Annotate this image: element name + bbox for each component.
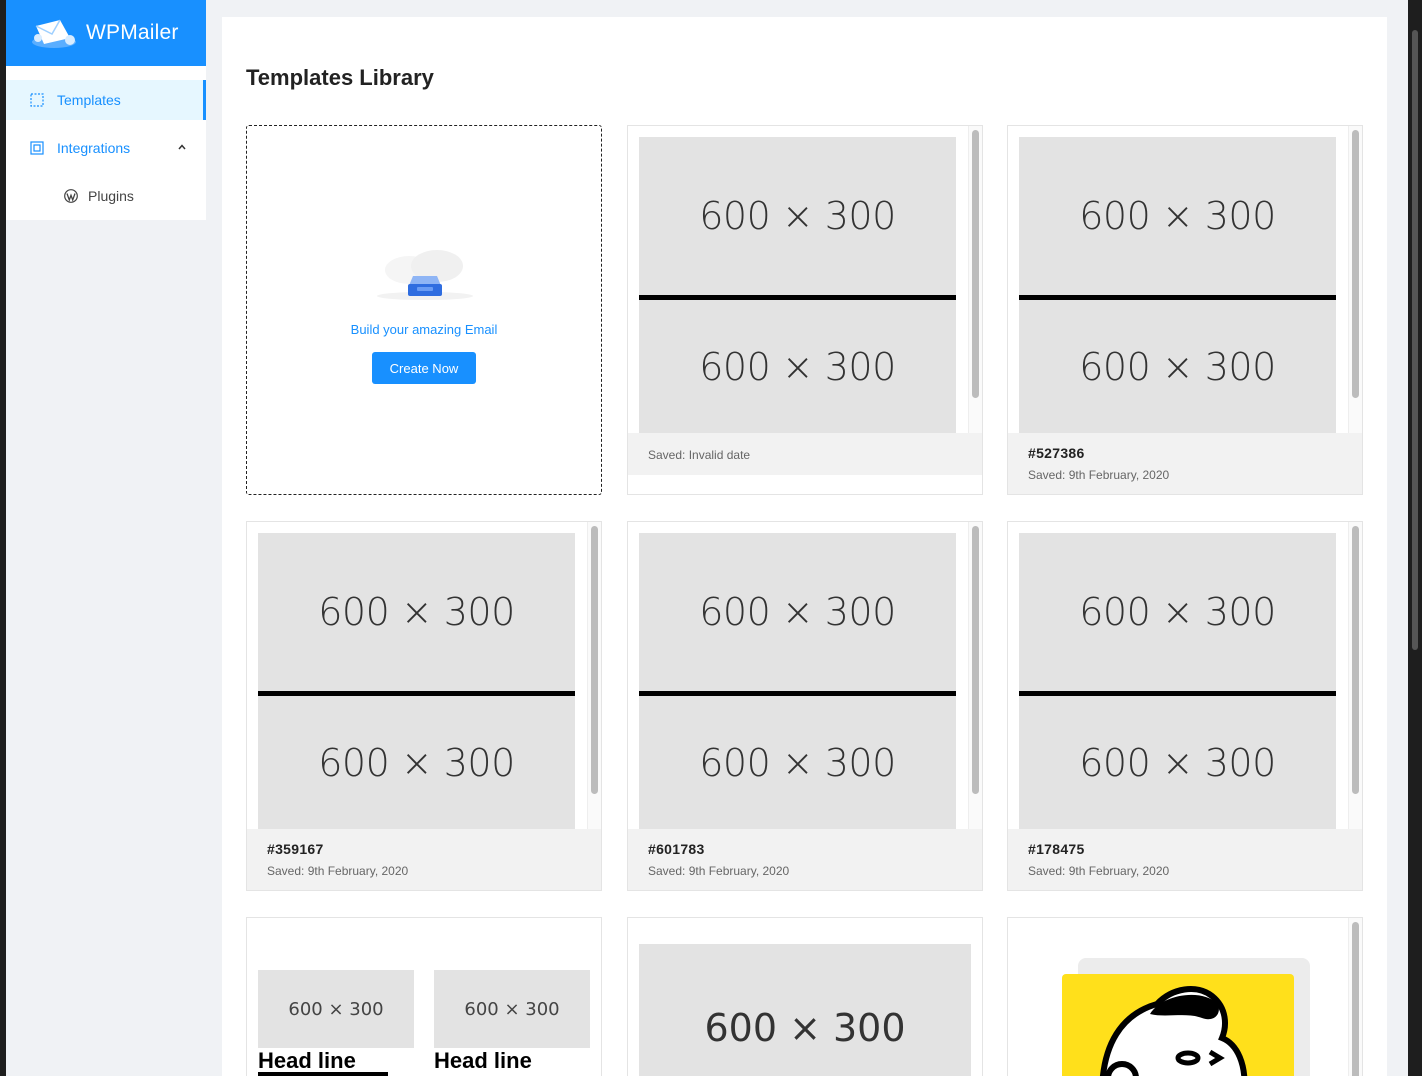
create-template-card[interactable]: Build your amazing Email Create Now (246, 125, 602, 495)
image-placeholder: 600 × 300 (639, 944, 971, 1076)
sidebar-item-label: Plugins (88, 188, 134, 204)
mailchimp-freddie-icon (1100, 986, 1248, 1076)
saved-date: Saved: 9th February, 2020 (1028, 864, 1170, 878)
empty-mailbox-illustration-icon (377, 250, 473, 300)
image-placeholder: 600 × 300 (1019, 137, 1336, 295)
preview-scrollbar[interactable] (1348, 126, 1362, 433)
template-card[interactable]: 600 × 300 600 × 300 Saved: Invalid date (627, 125, 983, 495)
brand-header[interactable]: WPMailer (6, 0, 206, 66)
template-card[interactable]: 600 × 300 600 × 300 #601783 Saved: 9th F… (627, 521, 983, 891)
app-window: WPMailer Templates Integrations Plugins … (6, 0, 1408, 1076)
scrollbar-thumb[interactable] (972, 526, 979, 794)
scrollbar-thumb[interactable] (1352, 922, 1359, 1076)
template-icon (30, 93, 44, 107)
sidebar: WPMailer Templates Integrations Plugins (6, 0, 206, 1076)
image-placeholder: 600 × 300 (639, 696, 956, 829)
card-footer: #527386 Saved: 9th February, 2020 (1008, 433, 1362, 494)
template-preview: 600 × 300 600 × 300 (639, 137, 956, 433)
sidebar-item-label: Templates (57, 92, 121, 108)
template-id: #527386 (1028, 445, 1085, 461)
template-card[interactable]: 600 × 300 600 × 300 #178475 Saved: 9th F… (1007, 521, 1363, 891)
template-card[interactable]: 600 × 300 600 × 300 #527386 Saved: 9th F… (1007, 125, 1363, 495)
mailchimp-logo (1062, 974, 1294, 1076)
scrollbar-thumb[interactable] (972, 130, 979, 398)
chevron-up-icon[interactable] (178, 143, 186, 151)
template-preview: 600 × 300 600 × 300 (258, 533, 575, 829)
preview-scrollbar[interactable] (968, 522, 982, 829)
template-preview: 600 × 300 600 × 300 (1019, 533, 1336, 829)
image-placeholder: 600 × 300 (258, 970, 414, 1048)
template-preview: 600 × 300 600 × 300 (1019, 137, 1336, 433)
image-placeholder: 600 × 300 (1019, 300, 1336, 433)
image-placeholder: 600 × 300 (258, 696, 575, 829)
template-card[interactable]: 600 × 300 600 × 300 #359167 Saved: 9th F… (246, 521, 602, 891)
image-placeholder: 600 × 300 (434, 970, 590, 1048)
card-footer: #601783 Saved: 9th February, 2020 (628, 829, 982, 890)
template-card[interactable]: 600 × 300 (627, 917, 983, 1076)
template-id: #601783 (648, 841, 705, 857)
preview-scrollbar[interactable] (1348, 522, 1362, 829)
template-card[interactable]: 600 × 300 600 × 300 Head line Head line (246, 917, 602, 1076)
scrollbar-thumb[interactable] (1352, 130, 1359, 398)
sidebar-item-plugins[interactable]: Plugins (6, 176, 206, 216)
create-prompt-text: Build your amazing Email (350, 322, 498, 337)
saved-date: Saved: Invalid date (648, 448, 751, 462)
image-placeholder: 600 × 300 (639, 137, 956, 295)
create-now-button[interactable]: Create Now (372, 352, 476, 384)
headline-text: Head line (434, 1048, 532, 1073)
image-placeholder: 600 × 300 (1019, 696, 1336, 829)
scrollbar-thumb[interactable] (1352, 526, 1359, 794)
window-scrollbar-thumb[interactable] (1412, 30, 1418, 650)
template-preview: 600 × 300 600 × 300 (639, 533, 956, 829)
sidebar-item-label: Integrations (57, 140, 131, 156)
wordpress-icon (64, 189, 78, 203)
preview-scrollbar[interactable] (1348, 918, 1362, 1076)
integrations-icon (30, 141, 44, 155)
image-placeholder: 600 × 300 (258, 533, 575, 691)
saved-date: Saved: 9th February, 2020 (648, 864, 790, 878)
page-title: Templates Library (246, 65, 434, 90)
template-card[interactable] (1007, 917, 1363, 1076)
saved-date: Saved: 9th February, 2020 (267, 864, 409, 878)
image-placeholder: 600 × 300 (639, 300, 956, 433)
saved-date: Saved: 9th February, 2020 (1028, 468, 1170, 482)
mail-logo-icon (32, 19, 76, 48)
card-footer: #359167 Saved: 9th February, 2020 (247, 829, 601, 890)
main-content: Templates Library Build your amazing Ema… (222, 17, 1387, 1076)
preview-scrollbar[interactable] (968, 126, 982, 433)
card-footer: #178475 Saved: 9th February, 2020 (1008, 829, 1362, 890)
scrollbar-thumb[interactable] (591, 526, 598, 794)
image-placeholder: 600 × 300 (639, 533, 956, 691)
image-placeholder: 600 × 300 (1019, 533, 1336, 691)
sidebar-item-integrations[interactable]: Integrations (6, 128, 206, 168)
brand-name: WPMailer (86, 21, 179, 44)
window-scrollbar[interactable] (1408, 0, 1422, 1076)
card-footer: Saved: Invalid date (628, 433, 982, 475)
sidebar-item-templates[interactable]: Templates (6, 80, 206, 120)
template-id: #178475 (1028, 841, 1085, 857)
template-id: #359167 (267, 841, 324, 857)
headline-text: Head line (258, 1048, 356, 1073)
divider (258, 1072, 388, 1076)
preview-scrollbar[interactable] (587, 522, 601, 829)
